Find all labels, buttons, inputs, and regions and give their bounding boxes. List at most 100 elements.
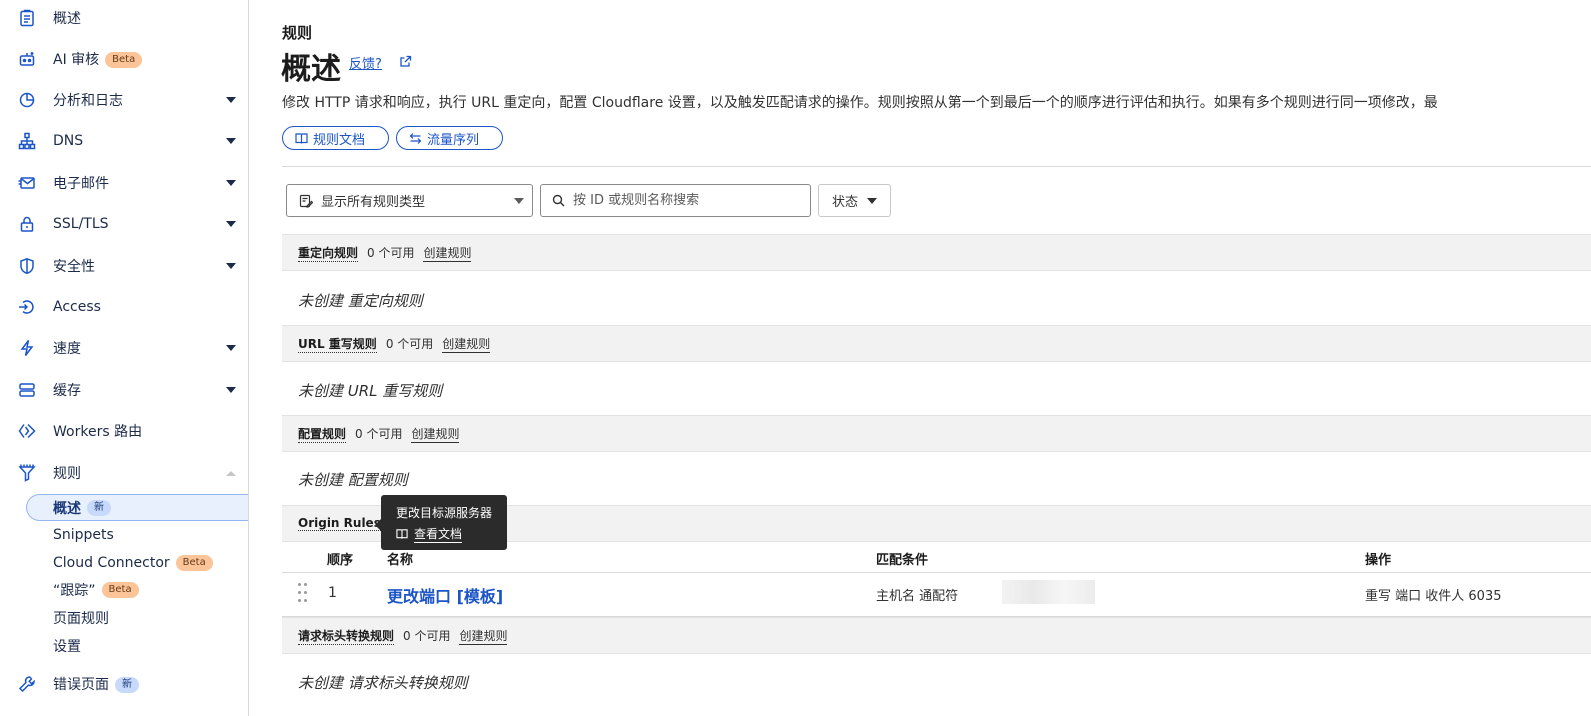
- chevron-down-icon[interactable]: [226, 97, 236, 103]
- sidebar-item-label: SSL/TLS: [53, 216, 109, 232]
- new-badge: 新: [87, 500, 111, 516]
- sidebar-subitem-label: “跟踪”: [53, 583, 96, 599]
- sidebar-subitem-settings[interactable]: 设置: [53, 633, 81, 659]
- sidebar-item-security[interactable]: 安全性: [0, 246, 249, 286]
- section-count: 0 个可用: [355, 427, 403, 441]
- section-name[interactable]: 重定向规则: [298, 244, 359, 262]
- rule-order: 1: [328, 585, 337, 601]
- create-rule-link[interactable]: 创建规则: [459, 627, 508, 645]
- empty-state: 未创建 URL 重写规则: [298, 382, 443, 400]
- section-name[interactable]: Origin Rules: [298, 516, 381, 531]
- column-header-match: 匹配条件: [876, 553, 929, 568]
- search-input[interactable]: [571, 192, 795, 209]
- sidebar-item-access[interactable]: Access: [0, 287, 249, 327]
- create-rule-link[interactable]: 创建规则: [442, 335, 491, 353]
- rule-name-link[interactable]: 更改端口 [模板]: [387, 583, 503, 607]
- beta-badge: Beta: [101, 582, 139, 598]
- section-header-request-header: 请求标头转换规则 0 个可用 创建规则: [282, 617, 1591, 654]
- section-name[interactable]: 请求标头转换规则: [298, 627, 395, 645]
- breadcrumb[interactable]: 规则: [282, 22, 312, 43]
- tooltip-docs-link[interactable]: 查看文档: [396, 525, 463, 543]
- sidebar-subitem-label: 设置: [53, 639, 81, 655]
- chevron-down-icon[interactable]: [226, 387, 236, 393]
- search-field[interactable]: [540, 184, 811, 217]
- empty-state: 未创建 请求标头转换规则: [298, 674, 468, 692]
- origin-rules-tooltip: 更改目标源服务器 查看文档: [375, 495, 507, 550]
- rules-docs-button[interactable]: 规则文档: [282, 126, 389, 150]
- status-filter-label: 状态: [832, 195, 859, 210]
- pie-chart-icon: [17, 90, 37, 110]
- chevron-down-icon[interactable]: [226, 138, 236, 144]
- wrench-icon: [17, 674, 37, 694]
- sidebar-item-label: 速度: [53, 341, 81, 357]
- sidebar-item-dns[interactable]: DNS: [0, 121, 249, 161]
- sidebar-item-overview[interactable]: 概述: [0, 0, 249, 38]
- chevron-down-icon[interactable]: [226, 345, 236, 351]
- sidebar-subitem-snippets[interactable]: Snippets: [53, 522, 114, 548]
- traffic-sequence-label: 流量序列: [427, 132, 480, 148]
- chevron-up-icon[interactable]: [226, 470, 236, 476]
- divider: [282, 166, 1591, 167]
- chevron-down-icon: [867, 197, 878, 204]
- rules-docs-label: 规则文档: [313, 132, 366, 148]
- main-content: 规则 概述 反馈? 修改 HTTP 请求和响应，执行 URL 重定向，配置 Cl…: [250, 0, 1591, 716]
- beta-badge: Beta: [175, 555, 213, 571]
- sidebar-item-ai-audit[interactable]: AI 审核 Beta: [0, 39, 249, 79]
- sidebar-subitem-trace[interactable]: “跟踪” Beta: [53, 577, 139, 603]
- chevron-down-icon[interactable]: [226, 263, 236, 269]
- external-link-icon[interactable]: [399, 55, 412, 68]
- sidebar-subitem-cloud-connector[interactable]: Cloud Connector Beta: [53, 550, 213, 576]
- section-name[interactable]: URL 重写规则: [298, 335, 377, 353]
- network-icon: [17, 131, 37, 151]
- clipboard-icon: [17, 8, 37, 28]
- new-badge: 新: [115, 677, 139, 693]
- lock-icon: [17, 214, 37, 234]
- status-filter-button[interactable]: 状态: [818, 184, 891, 217]
- create-rule-link[interactable]: 创建规则: [411, 425, 460, 443]
- access-icon: [17, 297, 37, 317]
- traffic-sequence-button[interactable]: 流量序列: [396, 126, 503, 150]
- sidebar-subitem-overview[interactable]: 概述新: [53, 495, 111, 521]
- section-header-redirect: 重定向规则 0 个可用 创建规则: [282, 234, 1591, 271]
- chevron-down-icon[interactable]: [226, 180, 236, 186]
- sidebar-item-label: Access: [53, 299, 101, 315]
- column-header-name: 名称: [387, 553, 414, 568]
- section-count: 0 个可用: [385, 337, 434, 351]
- sidebar-item-ssl-tls[interactable]: SSL/TLS: [0, 204, 249, 244]
- redacted-value: [1002, 580, 1095, 604]
- robot-icon: [17, 49, 37, 69]
- sidebar-item-workers-routes[interactable]: Workers 路由: [0, 411, 249, 451]
- database-icon: [17, 380, 37, 400]
- sidebar-item-rules[interactable]: 规则: [0, 453, 249, 493]
- section-header-config: 配置规则 0 个可用 创建规则: [282, 415, 1591, 452]
- workers-icon: [17, 421, 37, 441]
- sidebar-item-cache[interactable]: 缓存: [0, 370, 249, 410]
- drag-handle-icon[interactable]: [298, 583, 308, 605]
- sidebar-item-label: 概述: [53, 11, 81, 27]
- empty-state: 未创建 配置规则: [298, 471, 408, 489]
- chevron-down-icon[interactable]: [226, 221, 236, 227]
- sidebar-item-speed[interactable]: 速度: [0, 328, 249, 368]
- rule-type-select[interactable]: 显示所有规则类型: [286, 184, 533, 217]
- sidebar-item-label: DNS: [53, 133, 84, 149]
- section-name[interactable]: 配置规则: [298, 425, 347, 443]
- beta-badge: Beta: [105, 52, 143, 68]
- rule-type-select-value: 显示所有规则类型: [321, 195, 426, 210]
- sidebar-item-error-pages[interactable]: 错误页面新: [0, 664, 249, 704]
- empty-state: 未创建 重定向规则: [298, 292, 423, 310]
- search-icon: [552, 194, 565, 207]
- rules-funnel-icon: [17, 463, 37, 483]
- feedback-link[interactable]: 反馈?: [349, 53, 382, 72]
- create-rule-link[interactable]: 创建规则: [423, 244, 472, 262]
- sidebar-item-analytics[interactable]: 分析和日志: [0, 80, 249, 120]
- sidebar-subitem-label: Cloud Connector: [53, 555, 170, 571]
- tooltip-docs-label: 查看文档: [414, 527, 463, 543]
- page-title: 概述: [281, 52, 341, 87]
- sidebar-item-email[interactable]: 电子邮件: [0, 163, 249, 203]
- sidebar-subitem-page-rules[interactable]: 页面规则: [53, 605, 109, 631]
- lightning-icon: [17, 338, 37, 358]
- book-icon: [295, 132, 308, 144]
- rule-match: 主机名 通配符: [876, 589, 959, 604]
- chevron-down-icon: [514, 198, 524, 204]
- page-description: 修改 HTTP 请求和响应，执行 URL 重定向，配置 Cloudflare 设…: [282, 95, 1438, 111]
